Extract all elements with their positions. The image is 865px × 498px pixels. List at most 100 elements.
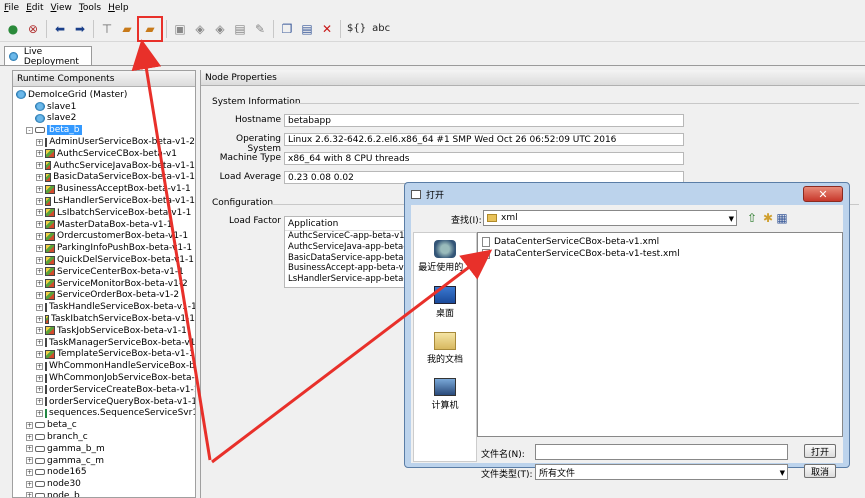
- expand-icon[interactable]: +: [26, 468, 33, 476]
- expand-icon[interactable]: +: [36, 280, 43, 288]
- expand-icon[interactable]: +: [36, 315, 43, 323]
- view-menu-icon[interactable]: ▦: [774, 210, 790, 226]
- disconnect-icon[interactable]: ⊗: [25, 21, 41, 37]
- expand-icon[interactable]: +: [36, 138, 43, 146]
- collapse-icon[interactable]: -: [26, 126, 33, 134]
- tree-item[interactable]: + gamma_b_m: [13, 443, 195, 455]
- tree-item[interactable]: + QuickDelServiceBox-beta-v1-1: [13, 254, 195, 266]
- tree-item[interactable]: slave2: [13, 113, 195, 125]
- discard-icon[interactable]: ✎: [252, 21, 268, 37]
- expand-icon[interactable]: +: [36, 339, 43, 347]
- filetype-dropdown[interactable]: 所有文件 ▼: [535, 464, 788, 480]
- menu-view[interactable]: View: [51, 3, 72, 13]
- open-file-icon[interactable]: ▰: [119, 21, 135, 37]
- expand-icon[interactable]: +: [36, 350, 43, 358]
- cancel-button[interactable]: 取消: [804, 464, 836, 478]
- tree-item[interactable]: + WhCommonHandleServiceBox-beta-: [13, 360, 195, 372]
- expand-icon[interactable]: +: [36, 197, 43, 205]
- expand-icon[interactable]: +: [36, 162, 43, 170]
- menu-edit[interactable]: Edit: [26, 3, 43, 13]
- place-documents[interactable]: 我的文档: [414, 325, 476, 371]
- expand-icon[interactable]: +: [36, 409, 43, 417]
- expand-icon[interactable]: +: [36, 221, 43, 229]
- tree-item[interactable]: + node_b: [13, 490, 195, 497]
- tree-item[interactable]: DemoIceGrid (Master): [13, 89, 195, 101]
- tree-item[interactable]: slave1: [13, 101, 195, 113]
- save-registry-icon[interactable]: ◈: [192, 21, 208, 37]
- tree-item[interactable]: + TaskManagerServiceBox-beta-v1-1: [13, 337, 195, 349]
- expand-icon[interactable]: +: [36, 327, 43, 335]
- expand-icon[interactable]: +: [36, 173, 43, 181]
- tree-item[interactable]: - beta_b: [13, 124, 195, 136]
- save-file-icon[interactable]: ▤: [232, 21, 248, 37]
- tree-item[interactable]: + branch_c: [13, 431, 195, 443]
- connect-icon[interactable]: ●: [5, 21, 21, 37]
- tree-item[interactable]: + TaskJobServiceBox-beta-v1-1: [13, 325, 195, 337]
- filename-input[interactable]: [535, 444, 788, 460]
- tree-item[interactable]: + node30: [13, 478, 195, 490]
- up-folder-icon[interactable]: ⇧: [744, 210, 760, 226]
- look-in-dropdown[interactable]: xml ▼: [483, 210, 737, 226]
- expand-icon[interactable]: +: [36, 374, 43, 382]
- expand-icon[interactable]: +: [36, 268, 43, 276]
- expand-icon[interactable]: +: [36, 291, 43, 299]
- show-variables-button[interactable]: ${}: [347, 23, 366, 34]
- tab-live-deployment[interactable]: Live Deployment: [4, 46, 92, 67]
- expand-icon[interactable]: +: [36, 232, 43, 240]
- expand-icon[interactable]: +: [36, 244, 43, 252]
- expand-icon[interactable]: +: [26, 457, 33, 465]
- menu-file[interactable]: File: [4, 3, 19, 13]
- expand-icon[interactable]: +: [26, 433, 33, 441]
- tree-item[interactable]: + TaskHandleServiceBox-beta-v1-1: [13, 301, 195, 313]
- delete-icon[interactable]: ✕: [319, 21, 335, 37]
- place-recent[interactable]: 最近使用的...: [414, 233, 476, 279]
- tree-item[interactable]: + LsIbatchServiceBox-beta-v1-1: [13, 207, 195, 219]
- back-arrow-icon[interactable]: ⬅: [52, 21, 68, 37]
- tree-item[interactable]: + beta_c: [13, 419, 195, 431]
- tree-item[interactable]: + orderServiceQueryBox-beta-v1-1: [13, 396, 195, 408]
- expand-icon[interactable]: +: [26, 445, 33, 453]
- expand-icon[interactable]: +: [36, 398, 43, 406]
- tree-item[interactable]: + orderServiceCreateBox-beta-v1-1: [13, 384, 195, 396]
- expand-icon[interactable]: +: [36, 185, 43, 193]
- open-button[interactable]: 打开: [804, 444, 836, 458]
- expand-icon[interactable]: +: [26, 480, 33, 488]
- open-xml-icon[interactable]: ▰: [137, 15, 163, 42]
- place-computer[interactable]: 计算机: [414, 371, 476, 417]
- file-item[interactable]: DataCenterServiceCBox-beta-v1-test.xml: [478, 248, 842, 260]
- copy-icon[interactable]: ❐: [279, 21, 295, 37]
- tree-item[interactable]: + BasicDataServiceBox-beta-v1-1: [13, 172, 195, 184]
- forward-arrow-icon[interactable]: ➡: [72, 21, 88, 37]
- tree-item[interactable]: + OrdercustomerBox-beta-v1-1: [13, 231, 195, 243]
- menu-tools[interactable]: Tools: [79, 3, 101, 13]
- tree-item[interactable]: + MasterDataBox-beta-v1-1: [13, 219, 195, 231]
- expand-icon[interactable]: +: [36, 150, 43, 158]
- save-registry-node-icon[interactable]: ◈: [212, 21, 228, 37]
- tree-item[interactable]: + gamma_c_m: [13, 455, 195, 467]
- tree-item[interactable]: + node165: [13, 467, 195, 479]
- expand-icon[interactable]: +: [36, 303, 43, 311]
- expand-icon[interactable]: +: [26, 421, 33, 429]
- save-icon[interactable]: ▣: [172, 21, 188, 37]
- tree-item[interactable]: + AdminUserServiceBox-beta-v1-2: [13, 136, 195, 148]
- tree-item[interactable]: + AuthcServiceJavaBox-beta-v1-1: [13, 160, 195, 172]
- paste-icon[interactable]: ▤: [299, 21, 315, 37]
- expand-icon[interactable]: +: [36, 362, 43, 370]
- filter-icon[interactable]: ⊤: [99, 21, 115, 37]
- expand-icon[interactable]: +: [36, 209, 43, 217]
- tree-item[interactable]: + sequences.SequenceServiceSvr1: [13, 408, 195, 420]
- tree-item[interactable]: + ServiceMonitorBox-beta-v1-2: [13, 278, 195, 290]
- place-desktop[interactable]: 桌面: [414, 279, 476, 325]
- tree-item[interactable]: + BusinessAcceptBox-beta-v1-1: [13, 183, 195, 195]
- tree-item[interactable]: + LsHandlerServiceBox-beta-v1-1: [13, 195, 195, 207]
- expand-icon[interactable]: +: [36, 386, 43, 394]
- expand-icon[interactable]: +: [26, 492, 33, 497]
- tree-item[interactable]: + WhCommonJobServiceBox-beta-v1-: [13, 372, 195, 384]
- tree-item[interactable]: + TaskIbatchServiceBox-beta-v1-1: [13, 313, 195, 325]
- tree-item[interactable]: + ServiceOrderBox-beta-v1-2: [13, 290, 195, 302]
- expand-icon[interactable]: +: [36, 256, 43, 264]
- tree-item[interactable]: + AuthcServiceCBox-beta-v1: [13, 148, 195, 160]
- close-button[interactable]: ✕: [803, 186, 843, 202]
- file-item[interactable]: DataCenterServiceCBox-beta-v1.xml: [478, 236, 842, 248]
- menu-help[interactable]: Help: [108, 3, 129, 13]
